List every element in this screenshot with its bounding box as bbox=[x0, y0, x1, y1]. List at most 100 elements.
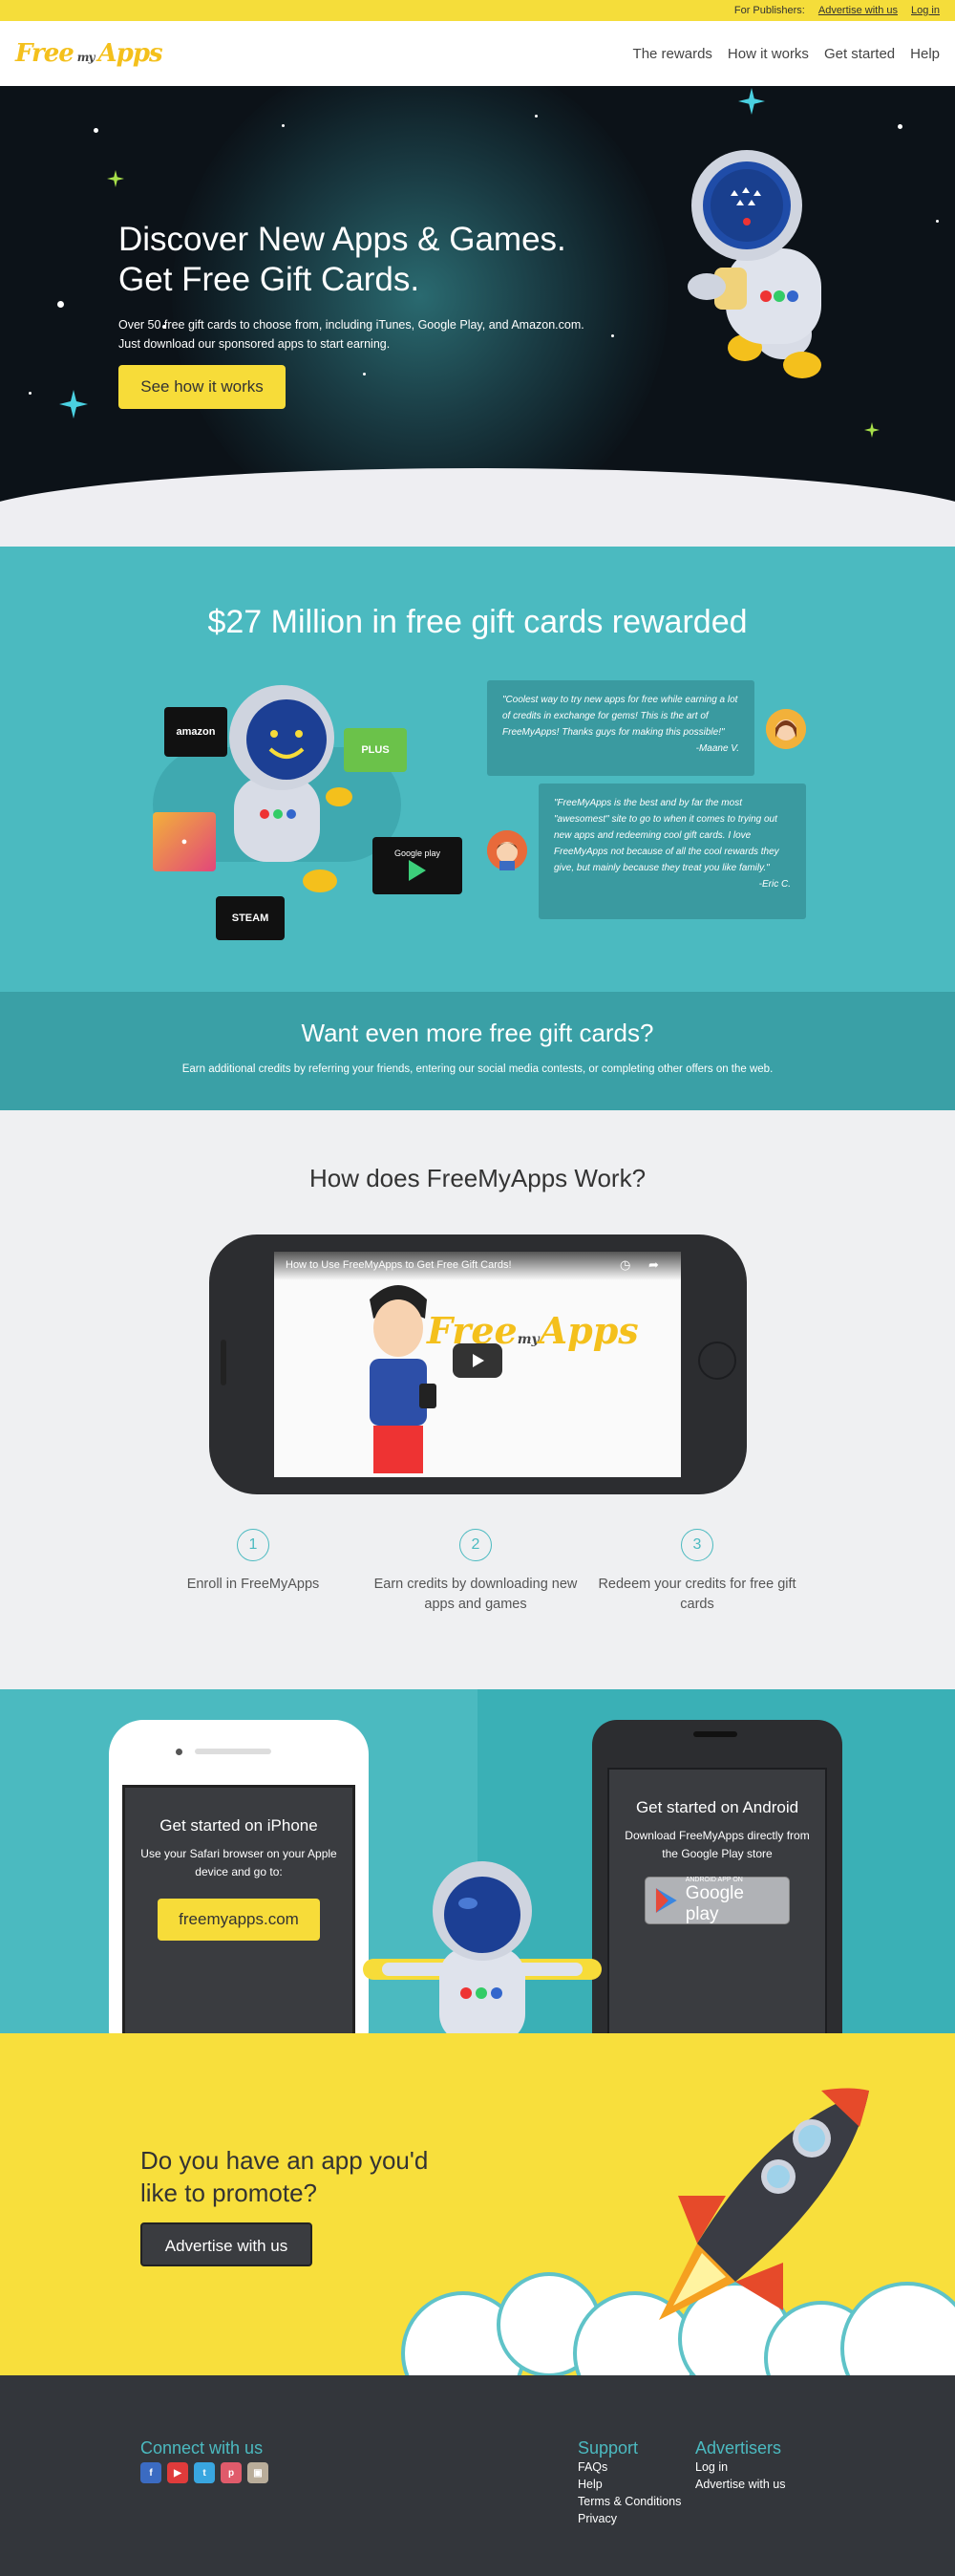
star-icon bbox=[94, 128, 98, 133]
main-navigation: Free my Apps The rewards How it works Get … bbox=[0, 21, 955, 86]
freemyapps-link-button[interactable]: freemyapps.com bbox=[158, 1899, 320, 1941]
step-number: 2 bbox=[459, 1529, 492, 1561]
see-how-it-works-button[interactable]: See how it works bbox=[118, 365, 286, 409]
moon-surface bbox=[0, 468, 955, 547]
help-link[interactable]: Help bbox=[578, 2476, 681, 2493]
video-player[interactable]: How to Use FreeMyApps to Get Free Gift C… bbox=[274, 1252, 681, 1477]
woman-avatar-icon bbox=[766, 709, 806, 749]
advertise-link[interactable]: Advertise with us bbox=[818, 5, 898, 16]
promote-app-section: Do you have an app you'd like to promote… bbox=[0, 2033, 955, 2375]
star-icon bbox=[535, 115, 538, 118]
iphone-title: Get started on iPhone bbox=[159, 1816, 318, 1835]
video-title[interactable]: How to Use FreeMyApps to Get Free Gift C… bbox=[286, 1259, 512, 1271]
advertise-with-us-button[interactable]: Advertise with us bbox=[140, 2222, 312, 2266]
advertisers-block: Advertisers Log in Advertise with us bbox=[695, 2438, 785, 2493]
step-text: Enroll in FreeMyApps bbox=[186, 1577, 320, 1592]
avatar bbox=[766, 709, 806, 749]
support-title: Support bbox=[578, 2438, 639, 2458]
get-started-section: Get started on iPhone Use your Safari br… bbox=[0, 1689, 955, 2033]
phone-home-button bbox=[698, 1342, 736, 1380]
step-1: 1 Enroll in FreeMyApps bbox=[138, 1529, 368, 1595]
google-play-badge[interactable]: ANDROID APP ON Google play bbox=[645, 1877, 790, 1924]
testimonial-text: "FreeMyApps is the best and by far the m… bbox=[554, 798, 779, 873]
star-icon bbox=[57, 301, 64, 308]
testimonial-author: -Eric C. bbox=[758, 879, 791, 890]
terms-link[interactable]: Terms & Conditions bbox=[578, 2493, 681, 2510]
publisher-bar: For Publishers: Advertise with us Log in bbox=[0, 0, 955, 21]
video-logo-apps: Apps bbox=[539, 1309, 639, 1352]
step-number: 1 bbox=[237, 1529, 269, 1561]
logo-my: my bbox=[76, 51, 96, 64]
star-icon bbox=[29, 392, 32, 395]
iphone-text: Use your Safari browser on your Apple de… bbox=[140, 1847, 337, 1878]
astronaut-with-cards-illustration bbox=[229, 685, 352, 892]
nav-item-help[interactable]: Help bbox=[910, 46, 940, 62]
google-play-badge-text: ANDROID APP ON Google play bbox=[686, 1877, 781, 1925]
astronaut-illustration bbox=[688, 150, 821, 378]
iphone-frame: Get started on iPhone Use your Safari br… bbox=[109, 1720, 369, 2033]
step-text: Earn credits by downloading new apps and… bbox=[373, 1577, 578, 1612]
testimonial-card: "FreeMyApps is the best and by far the m… bbox=[539, 784, 806, 919]
pinterest-icon[interactable]: p bbox=[221, 2462, 242, 2483]
steam-card-label: STEAM bbox=[231, 912, 269, 924]
iphone-camera bbox=[176, 1749, 182, 1755]
hero-title-line2: Get Free Gift Cards. bbox=[118, 261, 420, 298]
android-text: Download FreeMyApps directly from the Go… bbox=[625, 1829, 810, 1860]
step-text: Redeem your credits for free gift cards bbox=[598, 1577, 796, 1612]
nav-item-how-it-works[interactable]: How it works bbox=[728, 46, 809, 62]
step-number: 3 bbox=[681, 1529, 713, 1561]
phone-speaker bbox=[221, 1340, 226, 1385]
more-title: Want even more free gift cards? bbox=[301, 1019, 654, 1047]
nav-item-rewards[interactable]: The rewards bbox=[633, 46, 712, 62]
testimonial-author: -Maane V. bbox=[695, 743, 739, 754]
nav-menu: The rewards How it works Get started Hel… bbox=[633, 46, 940, 62]
presenter-illustration bbox=[370, 1285, 436, 1473]
facebook-icon[interactable]: f bbox=[140, 2462, 161, 2483]
apple-icon: ● bbox=[180, 836, 188, 848]
advertiser-advertise-link[interactable]: Advertise with us bbox=[695, 2476, 785, 2493]
hero-title: Discover New Apps & Games. Get Free Gift … bbox=[118, 220, 615, 300]
video-phone-frame: How to Use FreeMyApps to Get Free Gift C… bbox=[209, 1234, 747, 1494]
how-it-works-section: How does FreeMyApps Work? How to Use Fre… bbox=[0, 1110, 955, 1689]
twitter-icon[interactable]: t bbox=[194, 2462, 215, 2483]
footer: Connect with us f ▶ t p ▣ Support FAQs Help … bbox=[0, 2375, 955, 2576]
iphone-speaker bbox=[195, 1749, 271, 1754]
star-icon bbox=[898, 124, 902, 129]
hero-description: Over 50 free gift cards to choose from, … bbox=[118, 318, 584, 351]
login-link[interactable]: Log in bbox=[911, 5, 940, 16]
android-title: Get started on Android bbox=[635, 1798, 799, 1816]
steam-gift-card: STEAM bbox=[216, 896, 285, 940]
support-block: Support FAQs Help Terms & Conditions Pri… bbox=[578, 2438, 681, 2527]
play-button[interactable] bbox=[453, 1343, 502, 1378]
star-icon bbox=[282, 124, 285, 127]
logo[interactable]: Free my Apps bbox=[15, 39, 163, 68]
rocket-illustration bbox=[659, 2088, 869, 2320]
more-gift-cards-section: Want even more free gift cards? Earn add… bbox=[0, 992, 955, 1110]
star-icon bbox=[611, 334, 614, 337]
badge-small-text: ANDROID APP ON bbox=[685, 1876, 743, 1883]
advertisers-title: Advertisers bbox=[695, 2438, 782, 2458]
star-icon bbox=[363, 373, 366, 376]
android-screen: Get started on Android Download FreeMyAp… bbox=[607, 1768, 827, 2033]
man-avatar-icon bbox=[487, 830, 527, 870]
testimonial-text: "Coolest way to try new apps for free wh… bbox=[502, 695, 738, 738]
youtube-icon[interactable]: ▶ bbox=[167, 2462, 188, 2483]
connect-title: Connect with us bbox=[140, 2438, 264, 2458]
nav-item-get-started[interactable]: Get started bbox=[824, 46, 895, 62]
advertiser-login-link[interactable]: Log in bbox=[695, 2458, 785, 2476]
clock-icon[interactable]: ◷ bbox=[620, 1257, 630, 1273]
sparkle-icon bbox=[107, 170, 124, 187]
sparkle-icon bbox=[864, 422, 880, 438]
android-speaker bbox=[693, 1731, 737, 1737]
step-3: 3 Redeem your credits for free gift card… bbox=[583, 1529, 812, 1615]
step-2: 2 Earn credits by downloading new apps a… bbox=[361, 1529, 590, 1615]
faqs-link[interactable]: FAQs bbox=[578, 2458, 681, 2476]
share-icon[interactable]: ➦ bbox=[648, 1257, 659, 1273]
hero-title-line1: Discover New Apps & Games. bbox=[118, 221, 566, 258]
testimonial-card: "Coolest way to try new apps for free wh… bbox=[487, 680, 754, 776]
promote-title: Do you have an app you'd like to promote… bbox=[140, 2146, 429, 2207]
privacy-link[interactable]: Privacy bbox=[578, 2510, 681, 2527]
play-store-icon bbox=[409, 860, 426, 881]
badge-big-text: Google play bbox=[685, 1882, 744, 1924]
instagram-icon[interactable]: ▣ bbox=[247, 2462, 268, 2483]
